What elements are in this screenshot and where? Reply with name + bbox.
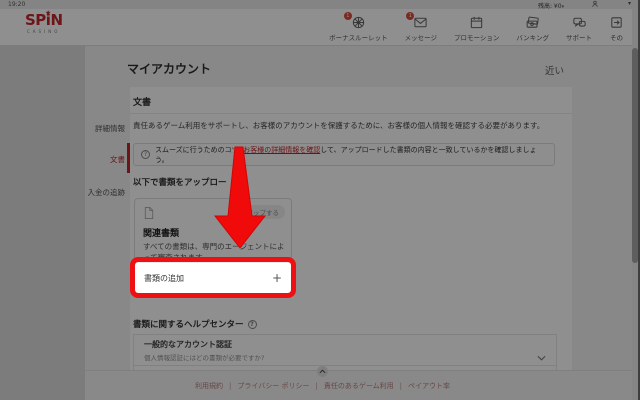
plus-icon: + <box>271 271 282 285</box>
dim-overlay <box>0 0 640 400</box>
add-documents-button[interactable]: 書類の追加 + <box>130 257 296 298</box>
screen: 19:20 残高: ¥0▾ ▾ SPiN ★ CASINO 1 ボーナスルーレッ… <box>0 0 640 400</box>
tutorial-arrow-icon <box>213 146 267 249</box>
add-documents-label: 書類の追加 <box>144 273 184 283</box>
